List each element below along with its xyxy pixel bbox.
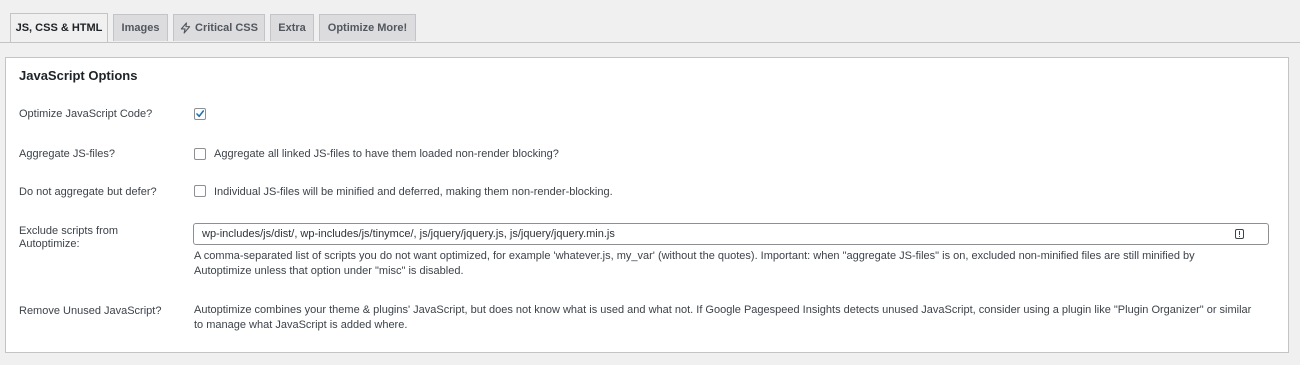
tab-label: Images bbox=[121, 22, 160, 34]
optimize-js-checkbox[interactable] bbox=[194, 108, 206, 120]
tab-extra[interactable]: Extra bbox=[270, 14, 314, 41]
remove-unused-js-description-line2: to manage what JavaScript is added where… bbox=[194, 319, 408, 331]
tab-label: Critical CSS bbox=[195, 22, 258, 34]
tab-label: JS, CSS & HTML bbox=[15, 22, 103, 34]
tab-js-css-html[interactable]: JS, CSS & HTML bbox=[10, 13, 108, 42]
tab-label: Extra bbox=[278, 22, 306, 34]
checkmark-icon bbox=[196, 110, 205, 118]
tab-images[interactable]: Images bbox=[113, 14, 168, 41]
section-title: JavaScript Options bbox=[19, 68, 138, 83]
tab-critical-css[interactable]: Critical CSS bbox=[173, 14, 265, 41]
aggregate-js-label: Aggregate JS-files? bbox=[19, 148, 115, 160]
remove-unused-js-description-line1: Autoptimize combines your theme & plugin… bbox=[194, 304, 1252, 316]
lightning-bolt-icon bbox=[180, 22, 191, 34]
tab-optimize-more[interactable]: Optimize More! bbox=[319, 14, 416, 41]
exclude-scripts-description-line2: Autoptimize unless that option under "mi… bbox=[194, 265, 464, 277]
defer-js-checkbox[interactable] bbox=[194, 185, 206, 197]
alert-icon[interactable] bbox=[1235, 229, 1244, 239]
defer-js-checkbox-label[interactable]: Individual JS-files will be minified and… bbox=[214, 186, 613, 198]
tab-label: Optimize More! bbox=[327, 22, 408, 34]
aggregate-js-checkbox[interactable] bbox=[194, 148, 206, 160]
javascript-options-panel: JavaScript Options Optimize JavaScript C… bbox=[5, 57, 1289, 353]
exclude-scripts-input[interactable] bbox=[193, 223, 1269, 245]
defer-js-label: Do not aggregate but defer? bbox=[19, 186, 157, 198]
aggregate-js-checkbox-label[interactable]: Aggregate all linked JS-files to have th… bbox=[214, 148, 559, 160]
optimize-js-label: Optimize JavaScript Code? bbox=[19, 108, 153, 120]
exclude-scripts-label-line1: Exclude scripts from bbox=[19, 225, 119, 237]
remove-unused-js-label: Remove Unused JavaScript? bbox=[19, 305, 162, 317]
exclude-scripts-label-line2: Autoptimize: bbox=[19, 238, 80, 250]
exclude-scripts-description-line1: A comma-separated list of scripts you do… bbox=[194, 250, 1195, 262]
settings-tabs: JS, CSS & HTML Images Critical CSS Extra… bbox=[0, 0, 1300, 43]
